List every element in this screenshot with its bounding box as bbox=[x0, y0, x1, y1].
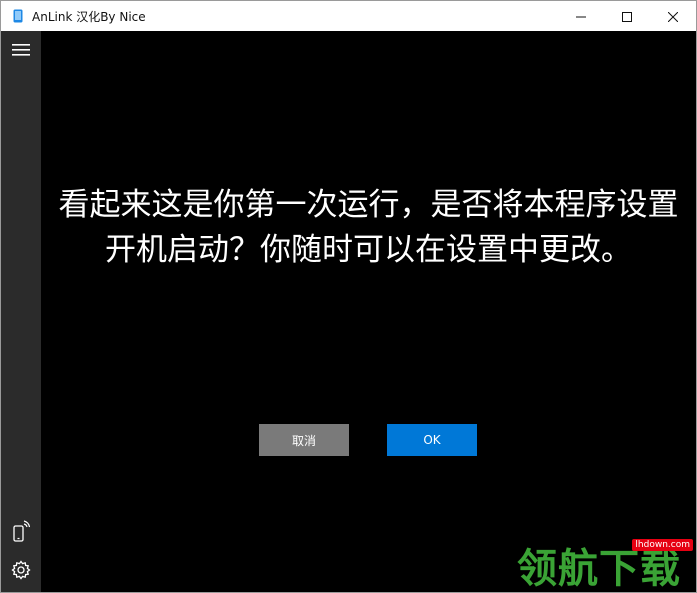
hamburger-menu-icon bbox=[12, 42, 30, 61]
minimize-button[interactable] bbox=[558, 1, 604, 31]
app-window: AnLink 汉化By Nice 看起来这是你第一次运行，是否将本程序设置 开机… bbox=[0, 0, 697, 593]
menu-button[interactable] bbox=[1, 33, 41, 69]
message-line-2: 开机启动？你随时可以在设置中更改。 bbox=[105, 232, 632, 268]
window-controls bbox=[558, 1, 696, 31]
gear-icon bbox=[11, 560, 31, 584]
sidebar bbox=[1, 31, 41, 592]
watermark-url: lhdown.com bbox=[632, 539, 693, 551]
settings-button[interactable] bbox=[1, 554, 41, 590]
minimize-icon bbox=[576, 7, 586, 26]
title-bar[interactable]: AnLink 汉化By Nice bbox=[1, 1, 696, 31]
phone-icon bbox=[11, 9, 25, 23]
watermark-logo: 领航下载 lhdown.com bbox=[517, 535, 696, 592]
watermark-text: 领航下载 bbox=[517, 546, 681, 592]
close-button[interactable] bbox=[650, 1, 696, 31]
main-content: 看起来这是你第一次运行，是否将本程序设置 开机启动？你随时可以在设置中更改。 取… bbox=[41, 31, 696, 592]
startup-prompt-message: 看起来这是你第一次运行，是否将本程序设置 开机启动？你随时可以在设置中更改。 bbox=[41, 183, 696, 273]
maximize-button[interactable] bbox=[604, 1, 650, 31]
cancel-button[interactable]: 取消 bbox=[259, 424, 349, 456]
devices-button[interactable] bbox=[1, 515, 41, 551]
close-icon bbox=[667, 7, 679, 26]
maximize-icon bbox=[622, 7, 632, 26]
window-title: AnLink 汉化By Nice bbox=[32, 9, 146, 24]
message-line-1: 看起来这是你第一次运行，是否将本程序设置 bbox=[58, 187, 679, 223]
ok-button[interactable]: OK bbox=[387, 424, 477, 456]
phone-cast-icon bbox=[12, 520, 31, 546]
